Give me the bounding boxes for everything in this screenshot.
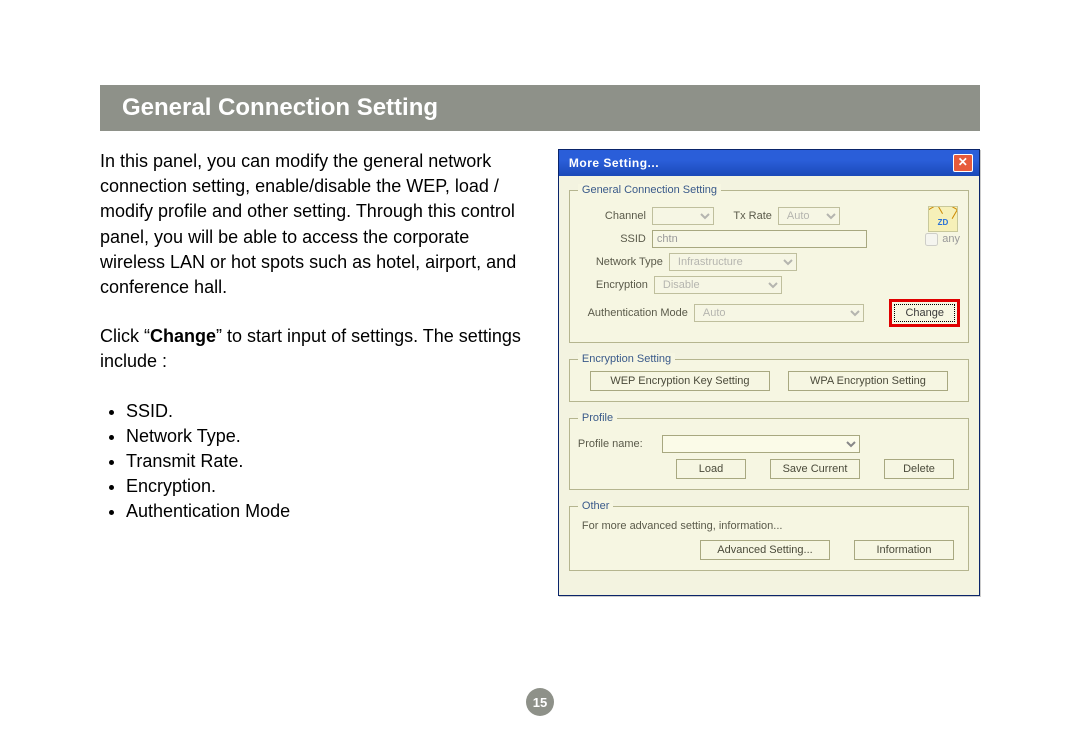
auth-mode-label: Authentication Mode — [578, 307, 688, 319]
click-change-pre: Click “ — [100, 326, 150, 346]
body-text: In this panel, you can modify the genera… — [100, 149, 528, 542]
ssid-label: SSID — [578, 233, 646, 245]
wpa-button[interactable]: WPA Encryption Setting — [788, 371, 948, 391]
auth-mode-select[interactable]: Auto — [694, 304, 864, 322]
other-group: Other For more advanced setting, informa… — [569, 500, 969, 571]
encryption-select[interactable]: Disable — [654, 276, 782, 294]
dialog-title-text: More Setting... — [569, 156, 659, 170]
dialog-body: General Connection Setting ZD Channel Tx… — [559, 176, 979, 595]
dialog-close-button[interactable]: ✕ — [953, 154, 973, 172]
encryption-group: Encryption Setting WEP Encryption Key Se… — [569, 353, 969, 402]
bullet-encryption: Encryption. — [126, 474, 528, 499]
bullet-auth-mode: Authentication Mode — [126, 499, 528, 524]
document-page: General Connection Setting In this panel… — [0, 0, 1080, 750]
page-title: General Connection Setting — [100, 85, 980, 131]
information-button[interactable]: Information — [854, 540, 954, 560]
general-legend: General Connection Setting — [578, 184, 721, 196]
zd-logo-icon: ZD — [928, 206, 958, 232]
network-type-select[interactable]: Infrastructure — [669, 253, 797, 271]
click-change-bold: Change — [150, 326, 216, 346]
encryption-label: Encryption — [578, 279, 648, 291]
general-group: General Connection Setting ZD Channel Tx… — [569, 184, 969, 343]
more-setting-dialog: More Setting... ✕ General Connection Set… — [558, 149, 980, 596]
any-checkbox[interactable] — [925, 233, 938, 246]
channel-label: Channel — [578, 210, 646, 222]
channel-select[interactable] — [652, 207, 714, 225]
intro-text: In this panel, you can modify the genera… — [100, 149, 528, 300]
other-note: For more advanced setting, information..… — [582, 520, 960, 532]
txrate-label: Tx Rate — [720, 210, 772, 222]
bullet-network-type: Network Type. — [126, 424, 528, 449]
dialog-title-bar[interactable]: More Setting... ✕ — [559, 150, 979, 176]
profile-group: Profile Profile name: Load Save Current … — [569, 412, 969, 490]
save-current-button[interactable]: Save Current — [770, 459, 860, 479]
encryption-legend: Encryption Setting — [578, 353, 675, 365]
other-legend: Other — [578, 500, 614, 512]
click-change-text: Click “Change” to start input of setting… — [100, 324, 528, 374]
nettype-label: Network Type — [578, 256, 663, 268]
bullet-transmit-rate: Transmit Rate. — [126, 449, 528, 474]
close-icon: ✕ — [958, 155, 969, 169]
txrate-select[interactable]: Auto — [778, 207, 840, 225]
delete-button[interactable]: Delete — [884, 459, 954, 479]
change-button[interactable]: Change — [894, 304, 955, 322]
any-label: any — [942, 233, 960, 245]
advanced-setting-button[interactable]: Advanced Setting... — [700, 540, 830, 560]
ssid-input[interactable] — [652, 230, 867, 248]
settings-bullets: SSID. Network Type. Transmit Rate. Encry… — [100, 399, 528, 525]
wep-key-button[interactable]: WEP Encryption Key Setting — [590, 371, 770, 391]
profile-legend: Profile — [578, 412, 617, 424]
page-number-badge: 15 — [526, 688, 554, 716]
bullet-ssid: SSID. — [126, 399, 528, 424]
change-highlight: Change — [889, 299, 960, 327]
profile-name-select[interactable] — [662, 435, 860, 453]
load-button[interactable]: Load — [676, 459, 746, 479]
content-row: In this panel, you can modify the genera… — [100, 149, 980, 596]
profile-name-label: Profile name: — [578, 438, 656, 450]
